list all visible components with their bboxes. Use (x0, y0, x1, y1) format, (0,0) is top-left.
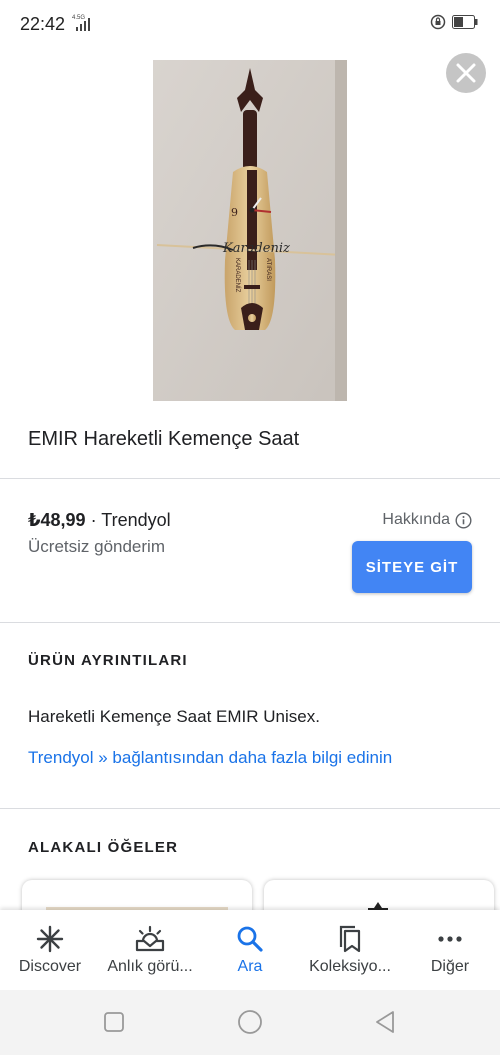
status-time: 22:42 (20, 14, 66, 34)
nav-item-search[interactable]: Ara (200, 910, 300, 990)
divider (0, 622, 500, 623)
product-description: Hareketli Kemençe Saat EMIR Unisex. (28, 707, 320, 726)
network-type: 4.5G (72, 15, 85, 21)
divider (0, 478, 500, 479)
search-icon (235, 924, 265, 954)
signal-icon: 4.5G (72, 13, 92, 38)
product-title: EMIR Hareketli Kemençe Saat (28, 428, 300, 450)
collections-icon (335, 924, 365, 954)
side-text-right: ATIRASI (265, 258, 271, 281)
brand-text: Karadeniz (222, 241, 290, 256)
more-icon (435, 924, 465, 954)
status-bar: 22:42 4.5G (0, 0, 500, 50)
nav-item-discover[interactable]: Discover (0, 910, 100, 990)
updates-icon (135, 924, 165, 954)
nav-item-updates[interactable]: Anlık görü... (100, 910, 200, 990)
related-heading: ALAKALI ÖĞELER (28, 839, 179, 856)
more-info-link[interactable]: Trendyol » bağlantısından daha fazla bil… (28, 748, 392, 768)
price: ₺48,99 (28, 510, 86, 530)
bottom-navigation: Discover Anlık görü... Ara Koleksiyo... … (0, 910, 500, 990)
nav-item-more[interactable]: Diğer (400, 910, 500, 990)
close-icon (456, 63, 476, 83)
visit-site-button[interactable]: SİTEYE GİT (352, 541, 472, 593)
nav-label: Koleksiyo... (309, 958, 391, 975)
recents-icon[interactable] (103, 1011, 125, 1033)
side-text-left: KARADENİZ (234, 258, 241, 293)
close-button[interactable] (446, 53, 486, 93)
status-right (430, 14, 478, 35)
details-heading: ÜRÜN AYRINTILARI (28, 652, 188, 669)
nav-label: Ara (237, 958, 263, 975)
clock-number: 9 (231, 206, 238, 219)
nav-label: Discover (18, 958, 82, 975)
about-label: Hakkında (382, 511, 450, 528)
divider (0, 808, 500, 809)
rotation-lock-icon (430, 14, 446, 35)
info-icon (455, 511, 472, 529)
nav-label: Diğer (430, 958, 470, 975)
product-image-area: 9 Karadeniz KARADENİZ ATIRASI (0, 50, 500, 410)
shipping-info: Ücretsiz gönderim (28, 537, 165, 556)
nav-item-collections[interactable]: Koleksiyo... (300, 910, 400, 990)
system-navigation-bar (0, 990, 500, 1055)
product-image[interactable]: 9 Karadeniz KARADENİZ ATIRASI (153, 60, 347, 401)
seller-name: Trendyol (101, 510, 171, 530)
battery-icon (452, 15, 478, 34)
nav-label: Anlık görü... (107, 958, 193, 975)
price-separator: · (85, 510, 102, 530)
about-link[interactable]: Hakkında (382, 511, 472, 529)
price-line: ₺48,99 · Trendyol (28, 510, 171, 531)
asterisk-icon (35, 924, 65, 954)
home-icon[interactable] (237, 1009, 263, 1035)
back-icon[interactable] (373, 1010, 397, 1034)
